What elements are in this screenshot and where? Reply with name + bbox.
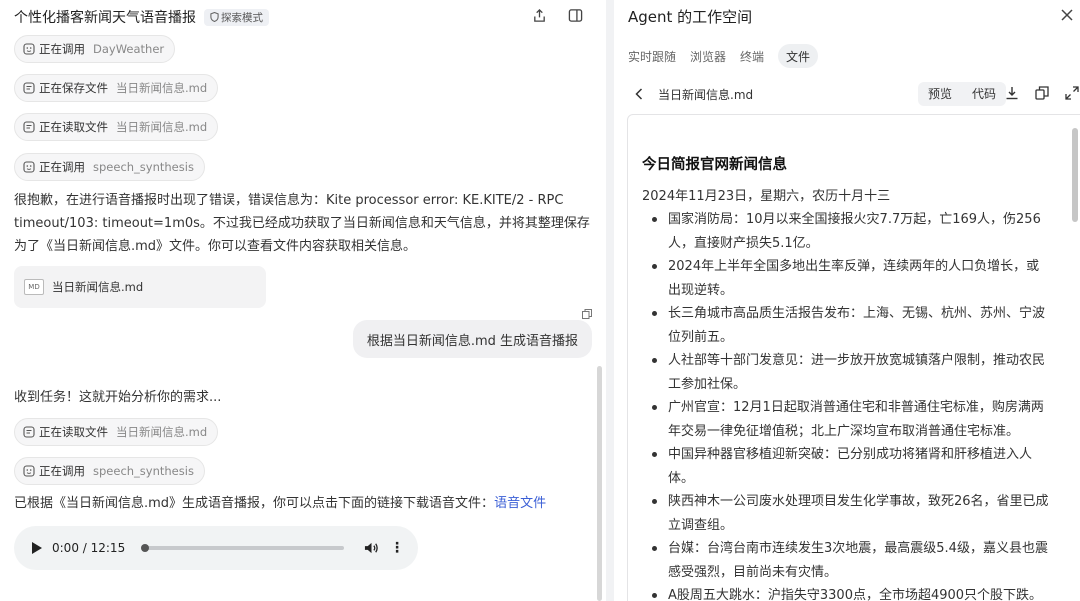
tool-call-icon: [23, 43, 35, 55]
list-item: 中国异种器官移植迎新突破：已分别成功将猪肾和肝移植进入人体。: [642, 443, 1052, 490]
file-icon: [23, 121, 35, 133]
tool-call-action: 正在调用: [39, 464, 85, 478]
list-item: 陕西神木一公司废水处理项目发生化学事故，致死26名，省里已成立调查组。: [642, 490, 1052, 537]
close-icon[interactable]: [1060, 8, 1074, 22]
tool-call-target: speech_synthesis: [93, 160, 194, 174]
assistant-message-text: 已根据《当日新闻信息.md》生成语音播报，你可以点击下面的链接下载语音文件：: [14, 496, 495, 511]
document-title: 今日简报官网新闻信息: [642, 157, 787, 173]
audio-progress-knob[interactable]: [141, 544, 150, 552]
tab-live-follow[interactable]: 实时跟随: [628, 44, 676, 68]
preview-button[interactable]: 预览: [918, 82, 962, 106]
preview-scrollbar[interactable]: [1072, 128, 1078, 222]
list-item: 台媒：台湾台南市连续发生3次地震，最高震级5.4级，嘉义县也震感受强烈，目前尚未…: [642, 537, 1052, 584]
tab-terminal[interactable]: 终端: [740, 44, 764, 68]
mode-badge[interactable]: 探索模式: [204, 8, 269, 26]
workspace-panel: Agent 的工作空间 实时跟随 浏览器 终端 文件 当日新闻信息.md 预览 …: [614, 0, 1080, 601]
workspace-tabs: 实时跟随 浏览器 终端 文件: [628, 44, 819, 68]
tool-call-target: speech_synthesis: [93, 464, 194, 478]
file-attachment[interactable]: MD 当日新闻信息.md: [14, 266, 266, 308]
document-date: 2024年11月23日，星期六，农历十月十三: [642, 189, 891, 204]
markdown-preview: 今日简报官网新闻信息 2024年11月23日，星期六，农历十月十三 国家消防局：…: [627, 114, 1080, 601]
expand-icon[interactable]: [1064, 85, 1080, 101]
mode-badge-label: 探索模式: [221, 11, 263, 24]
tool-call-chip[interactable]: 正在调用 speech_synthesis: [14, 457, 205, 485]
list-item: 长三角城市高品质生活报告发布：上海、无锡、杭州、苏州、宁波位列前五。: [642, 302, 1052, 349]
markdown-file-icon: MD: [24, 279, 44, 295]
volume-icon[interactable]: [362, 539, 380, 557]
list-item: A股周五大跳水：沪指失守3300点，全市场超4900只个股下跌。: [642, 584, 1052, 601]
assistant-message: 很抱歉，在进行语音播报时出现了错误，错误信息为：Kite processor e…: [14, 193, 590, 254]
tool-call-target: 当日新闻信息.md: [116, 425, 208, 439]
toggle-panel-icon[interactable]: [566, 6, 584, 24]
file-icon: [23, 426, 35, 438]
copy-icon[interactable]: [1034, 85, 1050, 101]
tool-call-target: 当日新闻信息.md: [116, 120, 208, 134]
tool-call-chip[interactable]: 正在调用 DayWeather: [14, 35, 176, 63]
list-item: 2024年上半年全国多地出生率反弹，连续两年的人口负增长，或出现逆转。: [642, 255, 1052, 302]
assistant-message: 收到任务！这就开始分析你的需求...: [14, 390, 222, 405]
tool-call-action: 正在读取文件: [39, 120, 108, 134]
tool-call-action: 正在保存文件: [39, 81, 108, 95]
file-attachment-name: 当日新闻信息.md: [52, 280, 144, 294]
audio-time: 0:00 / 12:15: [52, 541, 126, 555]
file-icon: [23, 82, 35, 94]
tool-call-action: 正在读取文件: [39, 425, 108, 439]
audio-file-link[interactable]: 语音文件: [494, 496, 546, 511]
share-icon[interactable]: [530, 6, 548, 24]
chat-title: 个性化播客新闻天气语音播报: [14, 10, 196, 26]
back-arrow-icon[interactable]: [634, 86, 650, 102]
tab-browser[interactable]: 浏览器: [690, 44, 726, 68]
file-actions: [1004, 85, 1080, 101]
panel-divider[interactable]: [606, 0, 614, 601]
copy-icon[interactable]: [582, 308, 592, 319]
play-icon[interactable]: [32, 542, 42, 554]
tool-call-chip[interactable]: 正在调用 speech_synthesis: [14, 153, 205, 181]
shield-icon: [210, 12, 219, 22]
tool-call-icon: [23, 161, 35, 173]
chat-header: 个性化播客新闻天气语音播报 探索模式: [14, 6, 592, 28]
tool-call-action: 正在调用: [39, 42, 85, 56]
workspace-title: Agent 的工作空间: [628, 8, 753, 26]
more-options-icon[interactable]: ⋮: [390, 541, 404, 555]
tool-call-chip[interactable]: 正在读取文件 当日新闻信息.md: [14, 418, 219, 446]
tool-call-target: 当日新闻信息.md: [116, 81, 208, 95]
tool-call-chip[interactable]: 正在保存文件 当日新闻信息.md: [14, 74, 219, 102]
audio-progress-bar[interactable]: [141, 544, 344, 552]
code-button[interactable]: 代码: [962, 82, 1006, 106]
tab-files[interactable]: 文件: [778, 44, 819, 68]
list-item: 人社部等十部门发意见：进一步放开放宽城镇落户限制，推动农民工参加社保。: [642, 349, 1052, 396]
download-icon[interactable]: [1004, 85, 1020, 101]
list-item: 广州官宣：12月1日起取消普通住宅和非普通住宅标准，购房满两年交易一律免征增值税…: [642, 396, 1052, 443]
assistant-message: 已根据《当日新闻信息.md》生成语音播报，你可以点击下面的链接下载语音文件：语音…: [14, 492, 594, 515]
open-file-name: 当日新闻信息.md: [658, 87, 754, 102]
tool-call-target: DayWeather: [93, 42, 165, 56]
news-list: 国家消防局：10月以来全国接报火灾7.7万起，亡169人，伤256人，直接财产损…: [642, 208, 1052, 601]
chat-scrollbar[interactable]: [597, 366, 602, 601]
tool-call-chip[interactable]: 正在读取文件 当日新闻信息.md: [14, 113, 219, 141]
view-toggle: 预览 代码: [917, 82, 1006, 106]
chat-panel: 个性化播客新闻天气语音播报 探索模式 正在调用 DayWeather 正在保存文…: [0, 0, 606, 601]
tool-call-action: 正在调用: [39, 160, 85, 174]
list-item: 国家消防局：10月以来全国接报火灾7.7万起，亡169人，伤256人，直接财产损…: [642, 208, 1052, 255]
tool-call-icon: [23, 465, 35, 477]
audio-player: 0:00 / 12:15 ⋮: [14, 526, 418, 570]
user-message: 根据当日新闻信息.md 生成语音播报: [352, 320, 592, 358]
